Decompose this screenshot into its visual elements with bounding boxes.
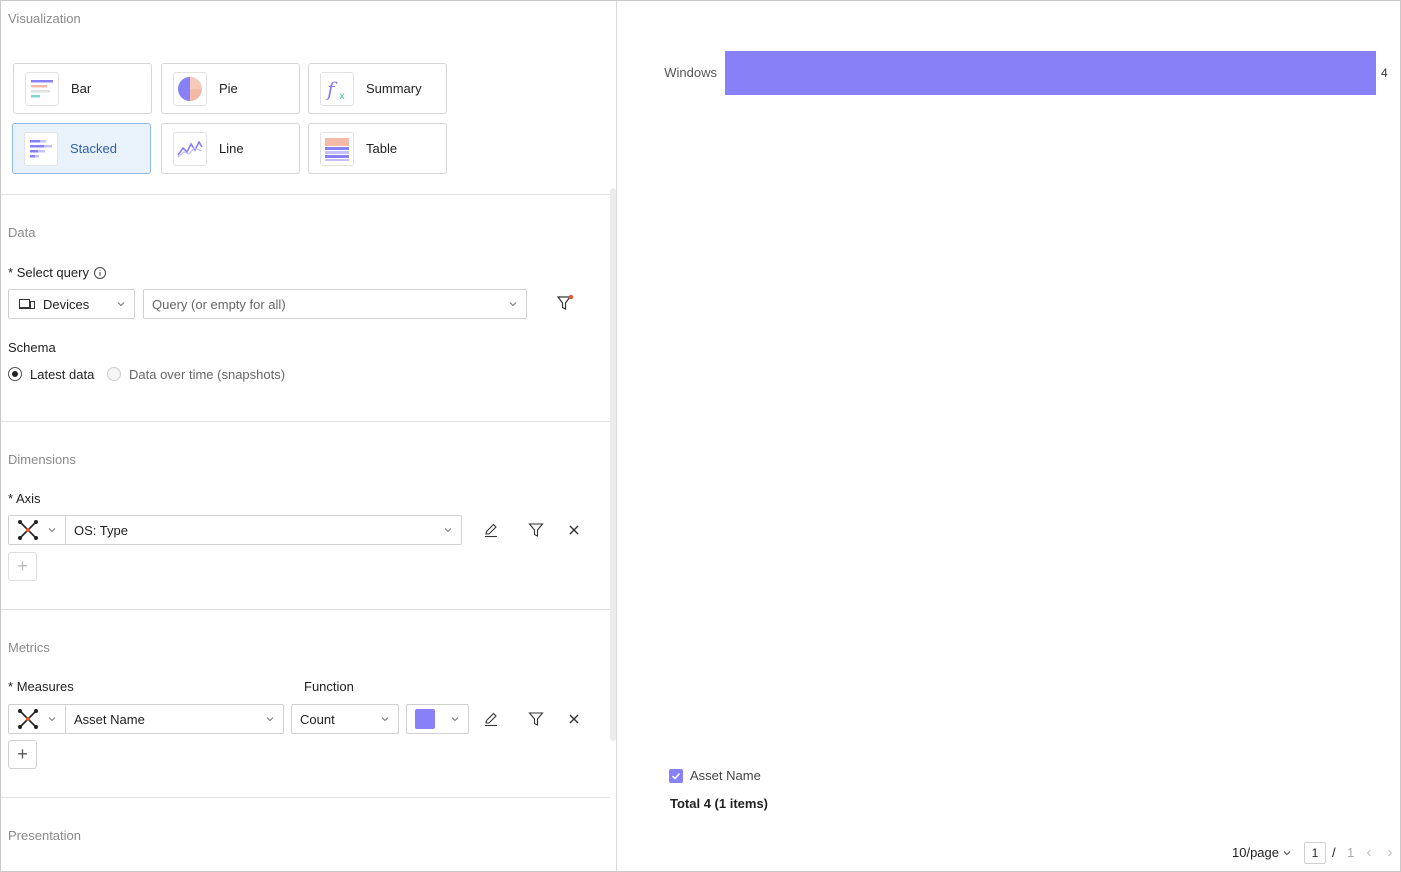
add-axis-button[interactable]: + (8, 552, 37, 581)
query-filter-icon[interactable] (555, 293, 575, 313)
metrics-section-title: Metrics (8, 640, 50, 655)
legend-item-label: Asset Name (690, 768, 761, 783)
pie-chart-icon (173, 71, 207, 106)
snapshots-radio[interactable] (107, 367, 121, 381)
section-divider (1, 421, 610, 422)
remove-measure-close-icon[interactable] (564, 709, 584, 729)
measure-scatter-icon (17, 708, 39, 730)
current-page-input[interactable]: 1 (1304, 842, 1326, 864)
chevron-down-icon (48, 528, 56, 533)
source-select[interactable]: Devices (8, 289, 135, 319)
bar-chart-icon (25, 71, 59, 106)
chevron-down-icon (1283, 851, 1290, 856)
viz-summary-label: Summary (366, 81, 422, 96)
prev-page-chevron-left-icon[interactable] (1359, 843, 1379, 863)
add-measure-button[interactable]: + (8, 740, 37, 769)
chevron-down-icon (509, 302, 517, 307)
measures-label: * Measures (8, 679, 74, 694)
source-select-value: Devices (43, 296, 90, 312)
latest-data-label: Latest data (30, 367, 95, 382)
query-select-placeholder: Query (or empty for all) (152, 296, 286, 312)
edit-axis-pencil-icon[interactable] (481, 520, 501, 540)
check-icon (671, 772, 681, 780)
function-label: Function (304, 679, 354, 694)
measure-type-select[interactable] (8, 704, 66, 734)
function-fx-icon: f x (320, 71, 354, 106)
measure-field-value: Asset Name (74, 711, 145, 727)
query-select[interactable]: Query (or empty for all) (143, 289, 527, 319)
color-swatch (415, 709, 435, 729)
chevron-down-icon (48, 717, 56, 722)
select-query-label: * Select query (8, 265, 89, 280)
viz-bar-label: Bar (71, 81, 92, 96)
snapshots-label: Data over time (snapshots) (129, 367, 286, 382)
function-select[interactable]: Count (291, 704, 399, 734)
visualization-section-title: Visualization (8, 11, 81, 26)
viz-bar-button[interactable]: Bar (13, 63, 152, 114)
device-icon (19, 298, 35, 310)
measure-field-select[interactable]: Asset Name (65, 704, 284, 734)
chevron-down-icon (117, 302, 125, 307)
legend-checkbox[interactable] (669, 769, 683, 783)
svg-text:f: f (325, 77, 338, 101)
page-size-select[interactable]: 10/page (1232, 845, 1291, 860)
bar-value-label: 4 (1381, 66, 1388, 80)
axis-label: * Axis (8, 491, 41, 506)
viz-line-button[interactable]: Line (161, 123, 300, 174)
dimension-scatter-icon (17, 519, 39, 541)
bar-mark[interactable] (725, 51, 1376, 95)
chevron-down-icon (266, 717, 274, 722)
data-section-title: Data (8, 225, 36, 240)
axis-field-select[interactable]: OS: Type (65, 515, 462, 545)
viz-stacked-label: Stacked (70, 141, 117, 156)
dimensions-section-title: Dimensions (8, 452, 76, 467)
viz-stacked-button[interactable]: Stacked (12, 123, 151, 174)
section-divider (1, 609, 610, 610)
section-divider (1, 797, 610, 798)
line-chart-icon (173, 131, 207, 166)
svg-text:x: x (339, 91, 345, 102)
total-pages: 1 (1347, 845, 1355, 860)
bar-category-label: Windows (664, 65, 717, 80)
viz-table-button[interactable]: Table (308, 123, 447, 174)
color-picker-select[interactable] (406, 704, 469, 734)
edit-measure-pencil-icon[interactable] (481, 709, 501, 729)
info-icon[interactable] (90, 263, 110, 283)
chevron-down-icon (451, 717, 459, 722)
measure-filter-icon[interactable] (526, 709, 546, 729)
latest-data-radio[interactable] (8, 367, 22, 381)
viz-line-label: Line (219, 141, 244, 156)
page-separator: / (1332, 845, 1336, 860)
table-icon (320, 131, 354, 166)
chevron-down-icon (381, 717, 389, 722)
viz-pie-button[interactable]: Pie (161, 63, 300, 114)
stacked-chart-icon (24, 131, 58, 166)
viz-table-label: Table (366, 141, 398, 156)
remove-axis-close-icon[interactable] (564, 520, 584, 540)
configuration-panel: Visualization Bar Pie f x Summary Stacke… (1, 1, 616, 871)
viz-summary-button[interactable]: f x Summary (308, 63, 447, 114)
total-summary: Total 4 (1 items) (670, 796, 769, 811)
function-select-value: Count (300, 711, 335, 727)
chevron-down-icon (444, 528, 452, 533)
axis-field-value: OS: Type (74, 522, 128, 538)
axis-filter-icon[interactable] (526, 520, 546, 540)
section-divider (1, 194, 610, 195)
presentation-section-title: Presentation (8, 828, 81, 843)
axis-type-select[interactable] (8, 515, 66, 545)
viz-pie-label: Pie (219, 81, 238, 96)
chart-preview-panel: Windows 4 Asset Name Total 4 (1 items) 10… (617, 1, 1400, 871)
schema-label: Schema (8, 340, 56, 355)
next-page-chevron-right-icon[interactable] (1380, 843, 1400, 863)
